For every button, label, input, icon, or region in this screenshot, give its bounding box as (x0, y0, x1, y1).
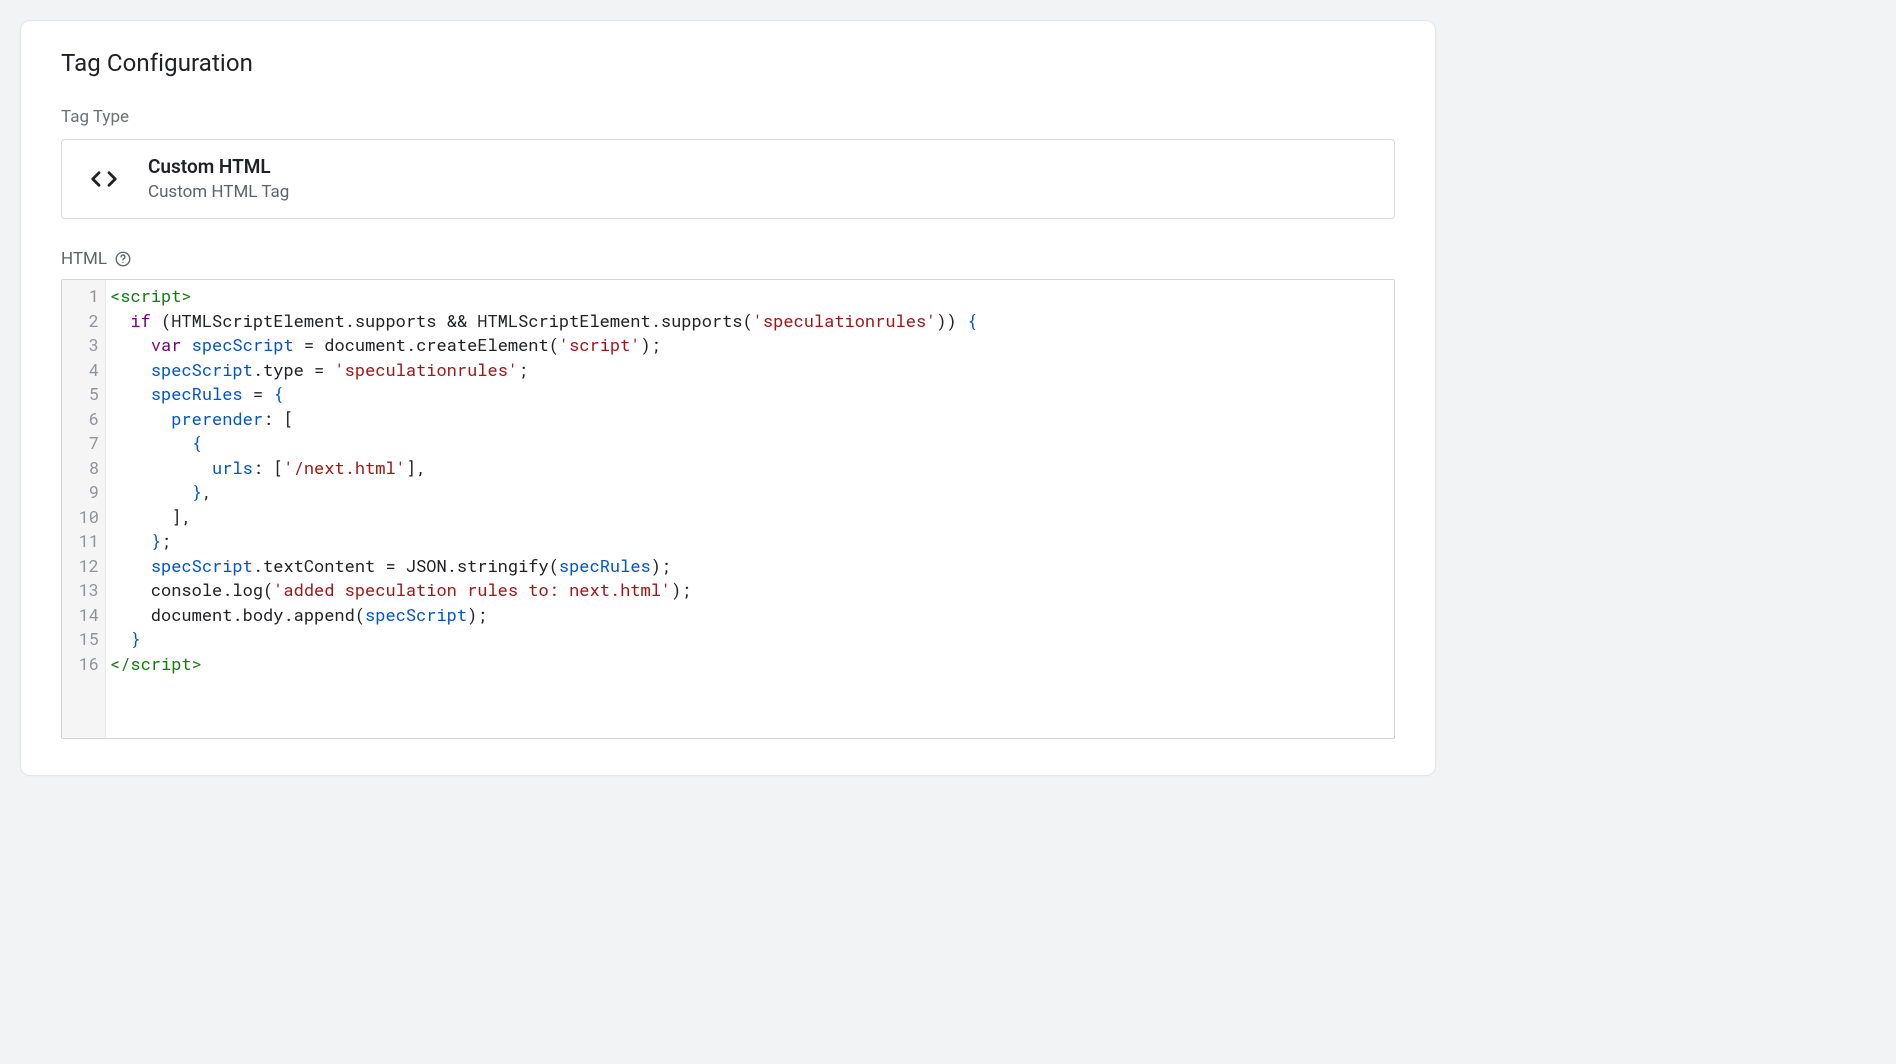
tag-type-label: Tag Type (61, 107, 1395, 127)
line-number-gutter: 12345678910111213141516 (62, 280, 106, 738)
tag-type-title: Custom HTML (148, 154, 289, 181)
code-brackets-icon (82, 157, 126, 201)
help-icon[interactable] (113, 249, 133, 269)
tag-configuration-card: Tag Configuration Tag Type Custom HTML C… (20, 20, 1436, 776)
html-field-label: HTML (61, 249, 107, 269)
tag-type-subtitle: Custom HTML Tag (148, 181, 289, 205)
html-code-editor[interactable]: 12345678910111213141516 <script> if (HTM… (61, 279, 1395, 739)
section-title: Tag Configuration (61, 49, 1395, 77)
html-field-header: HTML (61, 249, 1395, 269)
tag-type-selector[interactable]: Custom HTML Custom HTML Tag (61, 139, 1395, 219)
code-content[interactable]: <script> if (HTMLScriptElement.supports … (106, 280, 983, 738)
tag-type-text: Custom HTML Custom HTML Tag (148, 154, 289, 204)
